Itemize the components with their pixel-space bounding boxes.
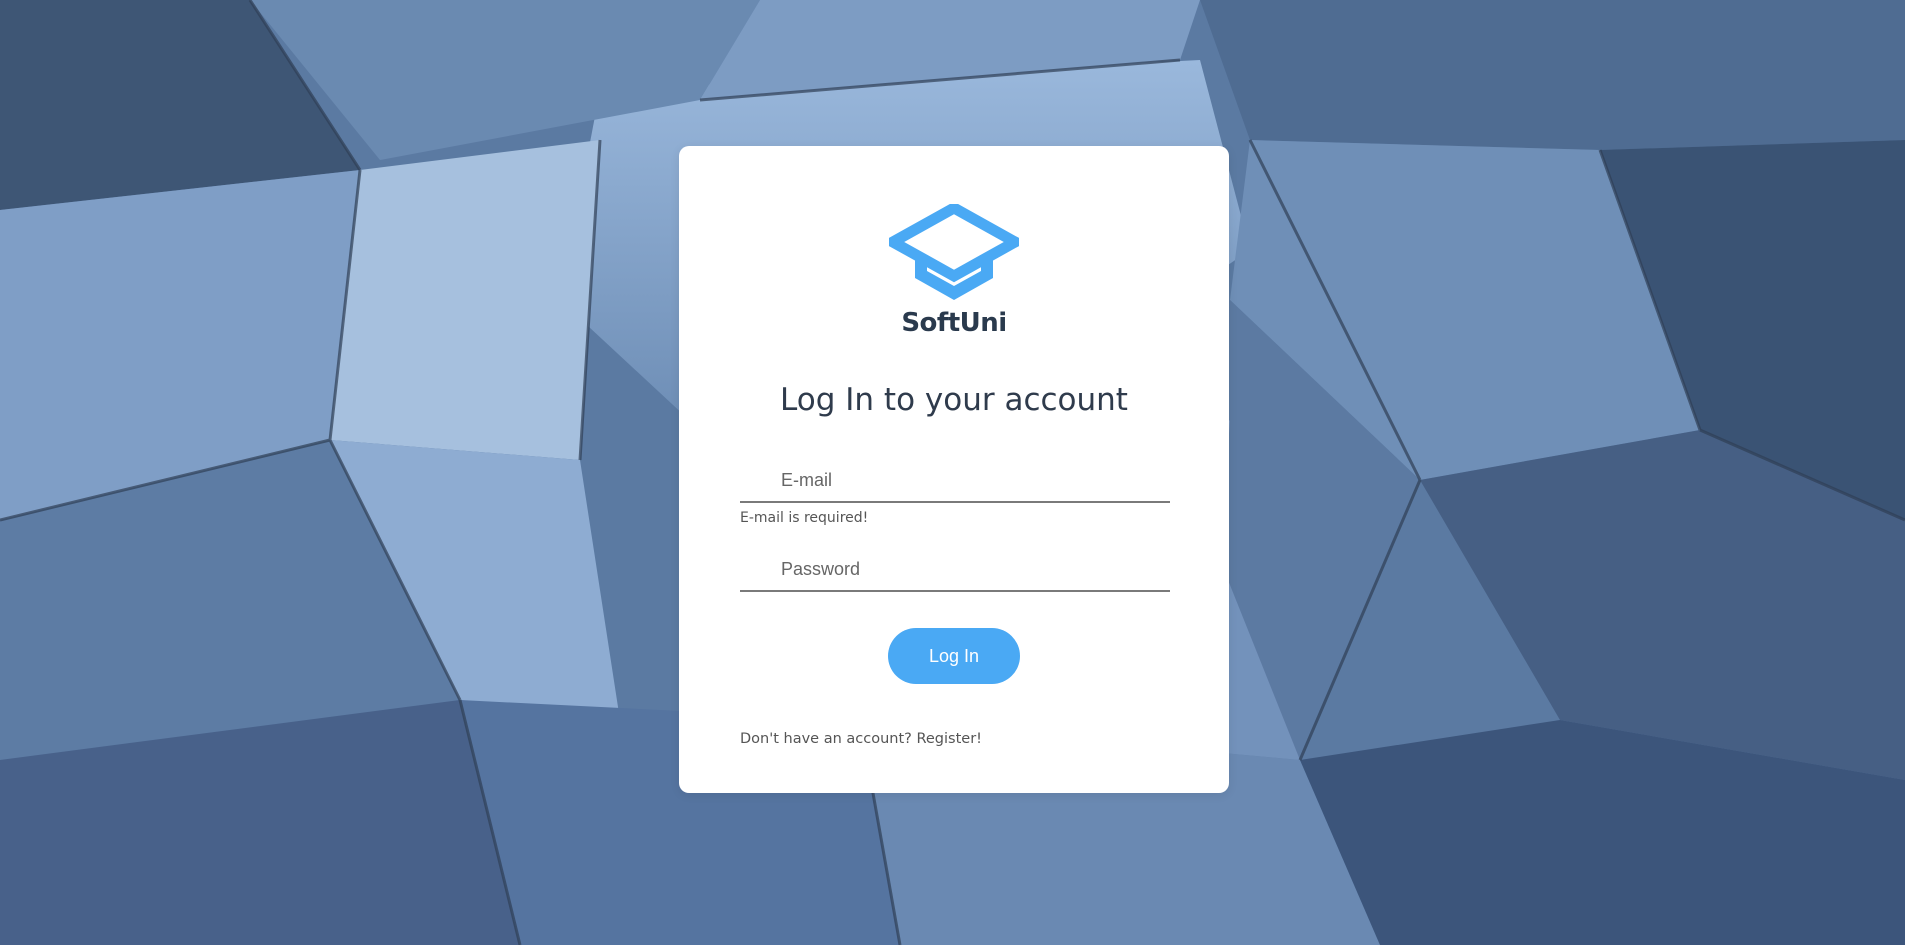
login-card: SoftUni Log In to your account E-mail is… (679, 146, 1229, 793)
page-title: Log In to your account (780, 382, 1128, 418)
brand-logo (679, 204, 1229, 304)
email-error-message: E-mail is required! (740, 510, 869, 526)
graduation-cap-icon (889, 204, 1019, 300)
brand-name: SoftUni (901, 308, 1007, 338)
login-button[interactable]: Log In (888, 628, 1020, 684)
email-field-wrapper (740, 459, 1170, 503)
password-field-wrapper (740, 548, 1170, 592)
email-field[interactable] (740, 459, 1170, 501)
register-link[interactable]: Don't have an account? Register! (740, 731, 982, 747)
password-field[interactable] (740, 548, 1170, 590)
login-page: SoftUni Log In to your account E-mail is… (0, 0, 1905, 945)
